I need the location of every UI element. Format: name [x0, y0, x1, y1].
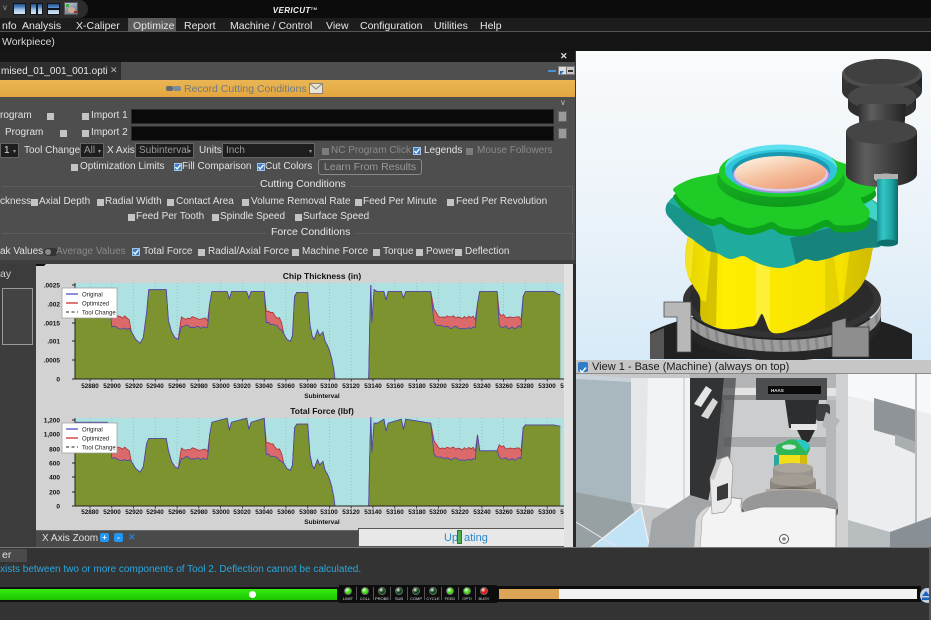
- svg-text:800: 800: [49, 447, 60, 454]
- svg-text:53000: 53000: [212, 383, 230, 390]
- svg-text:.0015: .0015: [44, 321, 61, 328]
- svg-text:53120: 53120: [342, 383, 360, 390]
- svg-text:53220: 53220: [451, 509, 469, 516]
- svg-text:.002: .002: [47, 302, 60, 309]
- svg-text:.001: .001: [47, 339, 60, 346]
- svg-text:Tool Change: Tool Change: [82, 446, 116, 452]
- svg-text:53100: 53100: [320, 383, 338, 390]
- svg-text:Optimized: Optimized: [82, 302, 109, 308]
- svg-text:53140: 53140: [364, 509, 382, 516]
- svg-text:53300: 53300: [538, 509, 556, 516]
- svg-text:53240: 53240: [473, 509, 491, 516]
- svg-text:53140: 53140: [364, 383, 382, 390]
- svg-text:52880: 52880: [81, 509, 99, 516]
- svg-text:1,200: 1,200: [44, 418, 61, 425]
- svg-text:53000: 53000: [212, 509, 230, 516]
- svg-text:53060: 53060: [277, 383, 295, 390]
- svg-text:53260: 53260: [495, 509, 513, 516]
- svg-text:53100: 53100: [320, 509, 338, 516]
- svg-text:52980: 52980: [190, 509, 208, 516]
- svg-text:52920: 52920: [125, 509, 143, 516]
- svg-text:Subinterval: Subinterval: [304, 393, 340, 400]
- svg-text:Chip Thickness (in): Chip Thickness (in): [283, 271, 362, 281]
- svg-text:53120: 53120: [342, 509, 360, 516]
- svg-text:200: 200: [49, 490, 60, 497]
- svg-text:53040: 53040: [255, 383, 273, 390]
- svg-text:53200: 53200: [429, 383, 447, 390]
- svg-text:Total Force (lbf): Total Force (lbf): [290, 406, 354, 416]
- svg-text:53160: 53160: [386, 509, 404, 516]
- svg-text:53080: 53080: [299, 383, 317, 390]
- svg-text:Subinterval: Subinterval: [304, 519, 340, 526]
- svg-text:0: 0: [56, 377, 60, 384]
- svg-text:53020: 53020: [233, 383, 251, 390]
- svg-text:Tool Change: Tool Change: [82, 311, 116, 317]
- svg-text:52960: 52960: [168, 509, 186, 516]
- svg-text:HAAS: HAAS: [771, 388, 784, 393]
- svg-text:52980: 52980: [190, 383, 208, 390]
- svg-text:Original: Original: [82, 293, 103, 299]
- svg-text:53080: 53080: [299, 509, 317, 516]
- svg-text:.0025: .0025: [44, 283, 61, 290]
- svg-text:53280: 53280: [516, 383, 534, 390]
- svg-text:600: 600: [49, 461, 60, 468]
- svg-text:53240: 53240: [473, 383, 491, 390]
- svg-text:.0005: .0005: [44, 358, 61, 365]
- svg-text:52880: 52880: [81, 383, 99, 390]
- svg-text:53220: 53220: [451, 383, 469, 390]
- svg-text:53160: 53160: [386, 383, 404, 390]
- svg-text:52940: 52940: [146, 509, 164, 516]
- svg-text:52920: 52920: [125, 383, 143, 390]
- svg-text:52900: 52900: [103, 383, 121, 390]
- svg-text:53280: 53280: [516, 509, 534, 516]
- svg-text:52900: 52900: [103, 509, 121, 516]
- svg-text:52940: 52940: [146, 383, 164, 390]
- svg-text:53020: 53020: [233, 509, 251, 516]
- svg-text:Original: Original: [82, 428, 103, 434]
- svg-text:53180: 53180: [408, 383, 426, 390]
- svg-text:53180: 53180: [408, 509, 426, 516]
- svg-text:0: 0: [56, 504, 60, 511]
- svg-text:400: 400: [49, 475, 60, 482]
- svg-text:52960: 52960: [168, 383, 186, 390]
- svg-text:53200: 53200: [429, 509, 447, 516]
- svg-text:1,000: 1,000: [44, 432, 61, 439]
- svg-text:53060: 53060: [277, 509, 295, 516]
- svg-text:53040: 53040: [255, 509, 273, 516]
- svg-text:53260: 53260: [495, 383, 513, 390]
- svg-text:53300: 53300: [538, 383, 556, 390]
- svg-text:Optimized: Optimized: [82, 437, 109, 443]
